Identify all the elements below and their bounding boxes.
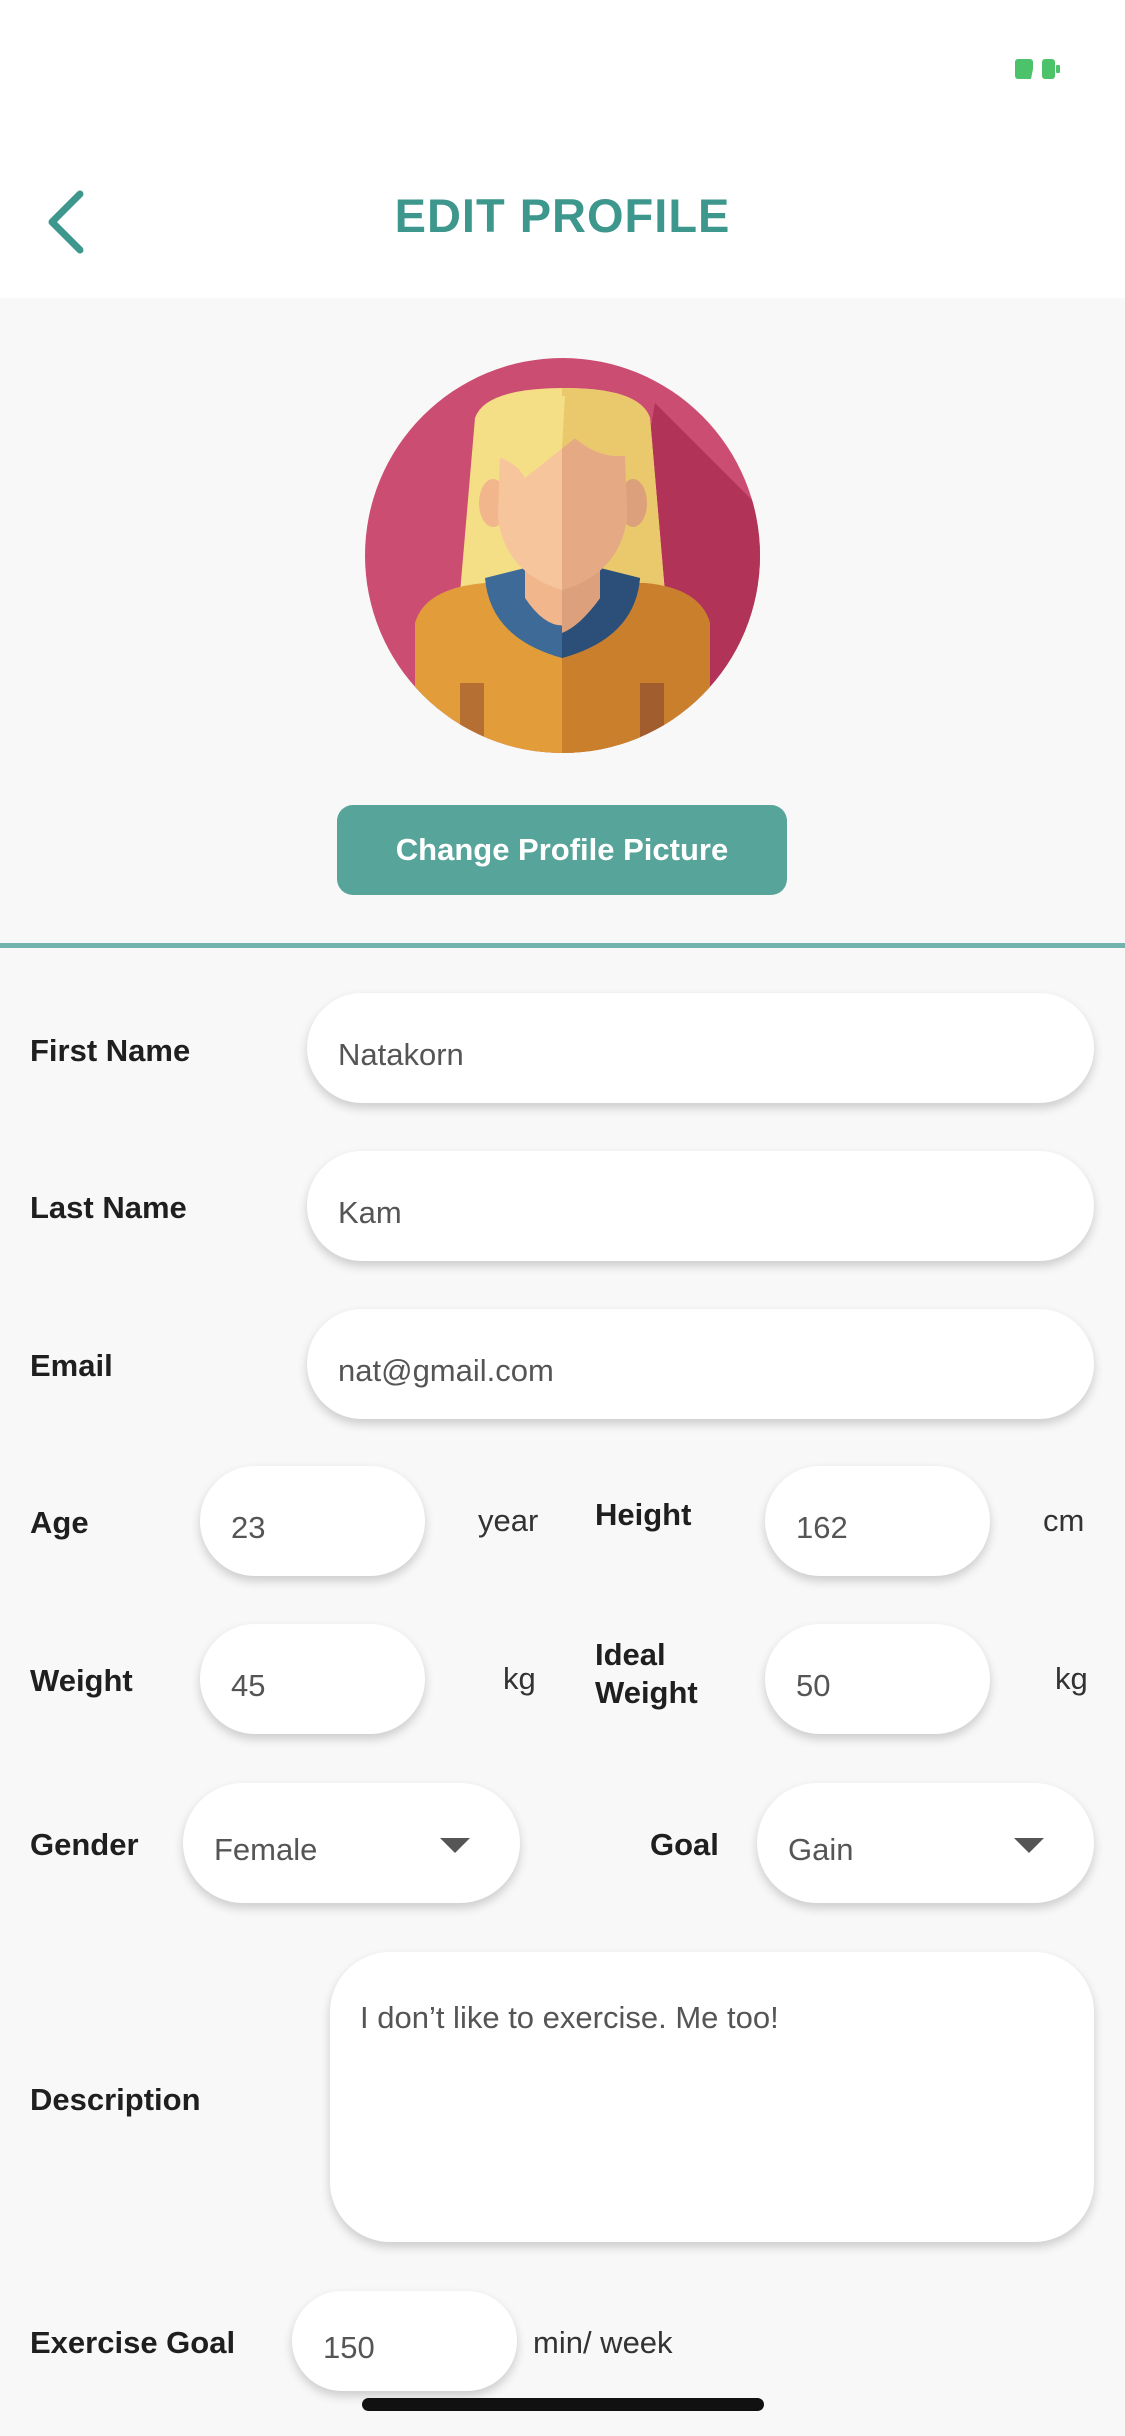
section-divider — [0, 943, 1125, 948]
weight-label: Weight — [30, 1663, 133, 1698]
goal-value: Gain — [788, 1832, 854, 1867]
gender-label: Gender — [30, 1827, 139, 1862]
email-input[interactable]: nat@gmail.com — [307, 1309, 1094, 1419]
goal-select[interactable]: Gain — [757, 1783, 1094, 1903]
ideal-weight-label: Ideal Weight — [595, 1637, 698, 1710]
last-name-input[interactable]: Kam — [307, 1151, 1094, 1261]
first-name-label: First Name — [30, 1033, 191, 1068]
last-name-label: Last Name — [30, 1190, 187, 1225]
page-title: EDIT PROFILE — [394, 189, 731, 242]
first-name-input[interactable]: Natakorn — [307, 993, 1094, 1103]
exercise-goal-label: Exercise Goal — [30, 2325, 236, 2360]
header: EDIT PROFILE — [0, 140, 1125, 298]
goal-label: Goal — [650, 1827, 719, 1862]
weight-input[interactable]: 45 — [200, 1624, 425, 1734]
email-label: Email — [30, 1348, 113, 1383]
weight-unit: kg — [503, 1661, 536, 1696]
age-unit: year — [478, 1503, 539, 1538]
age-label: Age — [30, 1505, 89, 1540]
profile-avatar — [365, 358, 760, 753]
gender-value: Female — [214, 1832, 318, 1867]
age-input[interactable]: 23 — [200, 1466, 425, 1576]
height-input[interactable]: 162 — [765, 1466, 990, 1576]
description-label: Description — [30, 2082, 201, 2117]
ideal-weight-input[interactable]: 50 — [765, 1624, 990, 1734]
height-label: Height — [595, 1497, 692, 1532]
caret-down-icon — [440, 1838, 470, 1853]
home-indicator — [362, 2398, 764, 2411]
exercise-goal-unit: min/ week — [533, 2325, 673, 2360]
status-bar — [0, 0, 1125, 140]
description-textarea[interactable]: I don’t like to exercise. Me too! — [330, 1952, 1094, 2242]
height-unit: cm — [1043, 1503, 1085, 1538]
gender-select[interactable]: Female — [183, 1783, 520, 1903]
exercise-goal-input[interactable]: 150 — [292, 2291, 517, 2391]
battery-icon — [1015, 59, 1060, 79]
caret-down-icon — [1014, 1838, 1044, 1853]
ideal-weight-unit: kg — [1055, 1661, 1088, 1696]
change-profile-picture-button[interactable]: Change Profile Picture — [337, 805, 787, 895]
